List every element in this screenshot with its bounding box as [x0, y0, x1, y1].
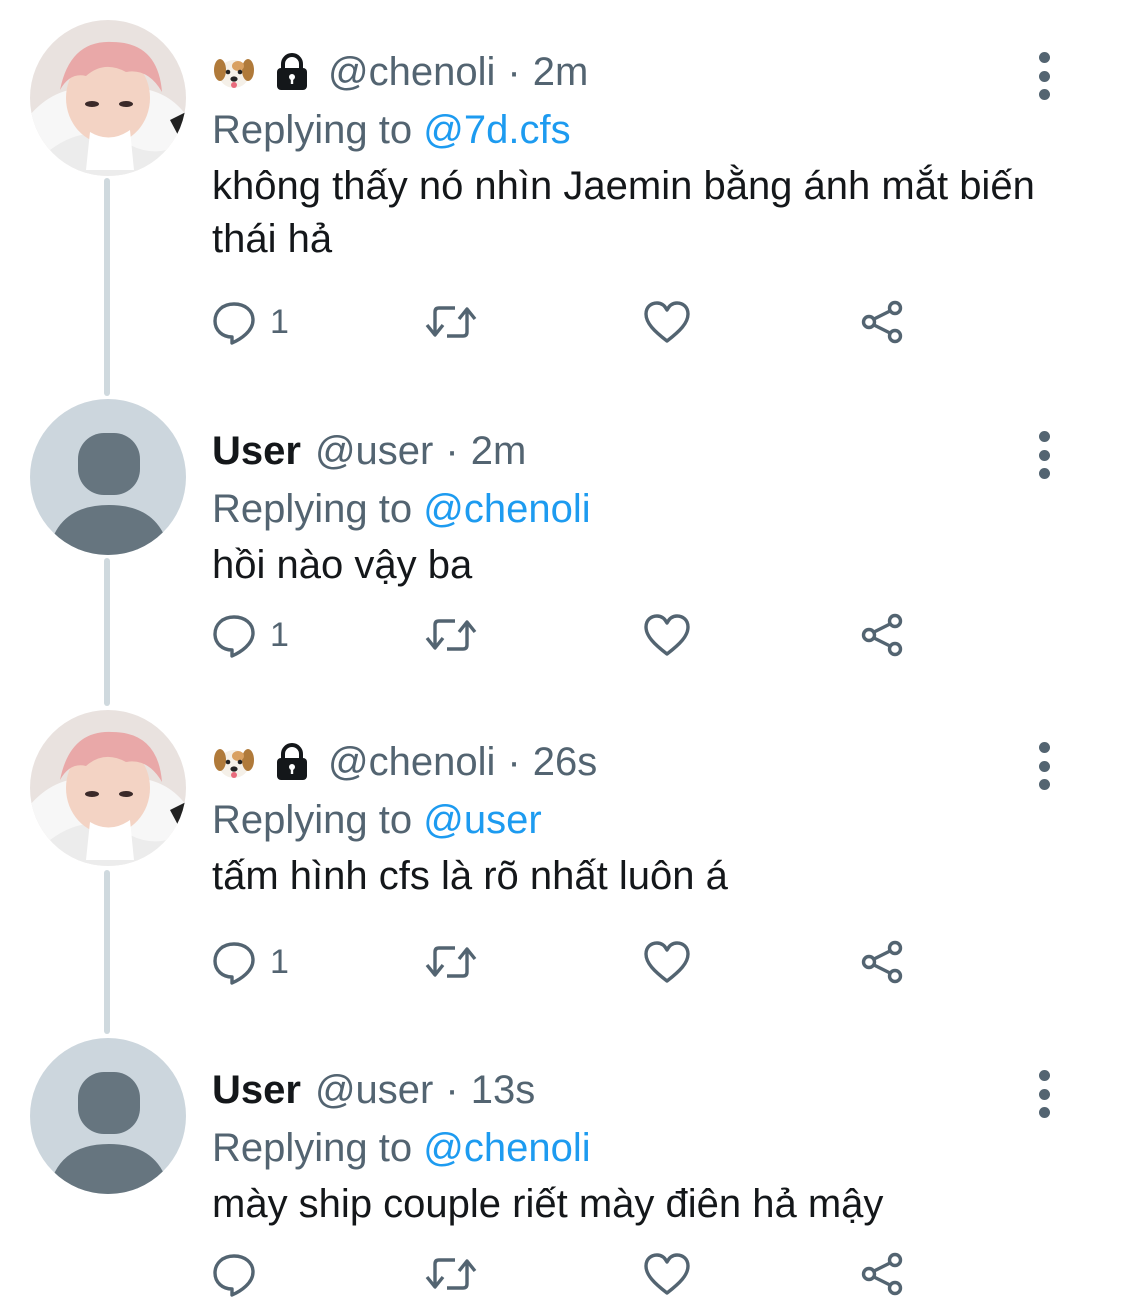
- timestamp[interactable]: 2m: [533, 50, 589, 95]
- heart-icon: [644, 941, 690, 983]
- dog-face-icon: [212, 52, 256, 92]
- timestamp[interactable]: 26s: [533, 740, 598, 785]
- tweet-header: @chenoli · 2m: [212, 42, 588, 102]
- tweet[interactable]: @chenoli · 26s Replying to @user tấm hìn…: [0, 710, 1125, 1040]
- avatar[interactable]: [30, 710, 186, 866]
- separator: ·: [507, 739, 521, 784]
- reply-button[interactable]: 1: [210, 932, 289, 992]
- replying-to-label: Replying to: [212, 487, 413, 531]
- default-avatar[interactable]: [30, 1038, 186, 1194]
- tweet-text: tấm hình cfs là rõ nhất luôn á: [212, 854, 728, 898]
- lock-icon: [272, 52, 312, 92]
- more-options-button[interactable]: [1028, 736, 1060, 796]
- more-options-button[interactable]: [1028, 1064, 1060, 1124]
- share-icon: [861, 300, 903, 344]
- heart-icon: [644, 1253, 690, 1295]
- replying-to: Replying to @chenoli: [212, 487, 591, 532]
- replying-to-label: Replying to: [212, 1126, 413, 1170]
- default-avatar[interactable]: [30, 399, 186, 555]
- mention-link[interactable]: @chenoli: [423, 487, 590, 531]
- mention-link[interactable]: @user: [423, 798, 541, 842]
- retweet-button[interactable]: [422, 605, 480, 665]
- retweet-button[interactable]: [422, 292, 480, 352]
- display-name[interactable]: User: [212, 1068, 301, 1113]
- mention-link[interactable]: @7d.cfs: [423, 108, 570, 152]
- user-handle[interactable]: @user: [315, 1068, 433, 1113]
- tweet-header: User @user · 13s: [212, 1060, 535, 1120]
- dog-face-icon: [212, 742, 256, 782]
- replying-to: Replying to @chenoli: [212, 1126, 591, 1171]
- more-options-button[interactable]: [1028, 46, 1060, 106]
- share-icon: [861, 1252, 903, 1296]
- tweet[interactable]: @chenoli · 2m Replying to @7d.cfs không …: [0, 20, 1125, 350]
- tweet[interactable]: User @user · 2m Replying to @chenoli hồi…: [0, 399, 1125, 729]
- tweet-actions: 1: [210, 605, 930, 665]
- tweet-actions: [210, 1244, 930, 1304]
- share-icon: [861, 613, 903, 657]
- lock-icon: [272, 742, 312, 782]
- tweet-actions: 1: [210, 932, 930, 992]
- tweet-header: User @user · 2m: [212, 421, 526, 481]
- share-button[interactable]: [858, 1244, 906, 1304]
- more-options-button[interactable]: [1028, 425, 1060, 485]
- user-handle[interactable]: @user: [315, 429, 433, 474]
- retweet-icon: [425, 1258, 477, 1290]
- reply-button[interactable]: 1: [210, 292, 289, 352]
- reply-icon: [213, 1254, 255, 1297]
- reply-count: 1: [270, 302, 289, 341]
- timestamp[interactable]: 13s: [471, 1068, 536, 1113]
- tweet-text: hồi nào vậy ba: [212, 543, 473, 587]
- replying-to-label: Replying to: [212, 798, 413, 842]
- share-button[interactable]: [858, 932, 906, 992]
- heart-icon: [644, 614, 690, 656]
- like-button[interactable]: [642, 605, 692, 665]
- heart-icon: [644, 301, 690, 343]
- reply-icon: [213, 615, 255, 658]
- tweet-actions: 1: [210, 292, 930, 352]
- avatar[interactable]: [30, 20, 186, 176]
- reply-button[interactable]: [210, 1244, 270, 1304]
- reply-count: 1: [270, 615, 289, 654]
- reply-button[interactable]: 1: [210, 605, 289, 665]
- reply-icon: [213, 942, 255, 985]
- like-button[interactable]: [642, 292, 692, 352]
- tweet-text: không thấy nó nhìn Jaemin bằng ánh mắt b…: [212, 164, 1035, 261]
- separator: ·: [445, 1067, 459, 1112]
- tweet[interactable]: User @user · 13s Replying to @chenoli mà…: [0, 1038, 1125, 1309]
- separator: ·: [507, 49, 521, 94]
- tweet-text: mày ship couple riết mày điên hả mậy: [212, 1182, 884, 1226]
- replying-to: Replying to @7d.cfs: [212, 108, 571, 153]
- retweet-icon: [425, 946, 477, 978]
- retweet-button[interactable]: [422, 1244, 480, 1304]
- retweet-icon: [425, 619, 477, 651]
- display-name[interactable]: User: [212, 429, 301, 474]
- retweet-button[interactable]: [422, 932, 480, 992]
- share-button[interactable]: [858, 605, 906, 665]
- reply-icon: [213, 302, 255, 345]
- replying-to: Replying to @user: [212, 798, 542, 843]
- like-button[interactable]: [642, 1244, 692, 1304]
- share-icon: [861, 940, 903, 984]
- reply-count: 1: [270, 942, 289, 981]
- replying-to-label: Replying to: [212, 108, 413, 152]
- tweet-header: @chenoli · 26s: [212, 732, 597, 792]
- user-handle[interactable]: @chenoli: [328, 50, 495, 95]
- separator: ·: [445, 428, 459, 473]
- timestamp[interactable]: 2m: [471, 429, 527, 474]
- retweet-icon: [425, 306, 477, 338]
- mention-link[interactable]: @chenoli: [423, 1126, 590, 1170]
- share-button[interactable]: [858, 292, 906, 352]
- like-button[interactable]: [642, 932, 692, 992]
- user-handle[interactable]: @chenoli: [328, 740, 495, 785]
